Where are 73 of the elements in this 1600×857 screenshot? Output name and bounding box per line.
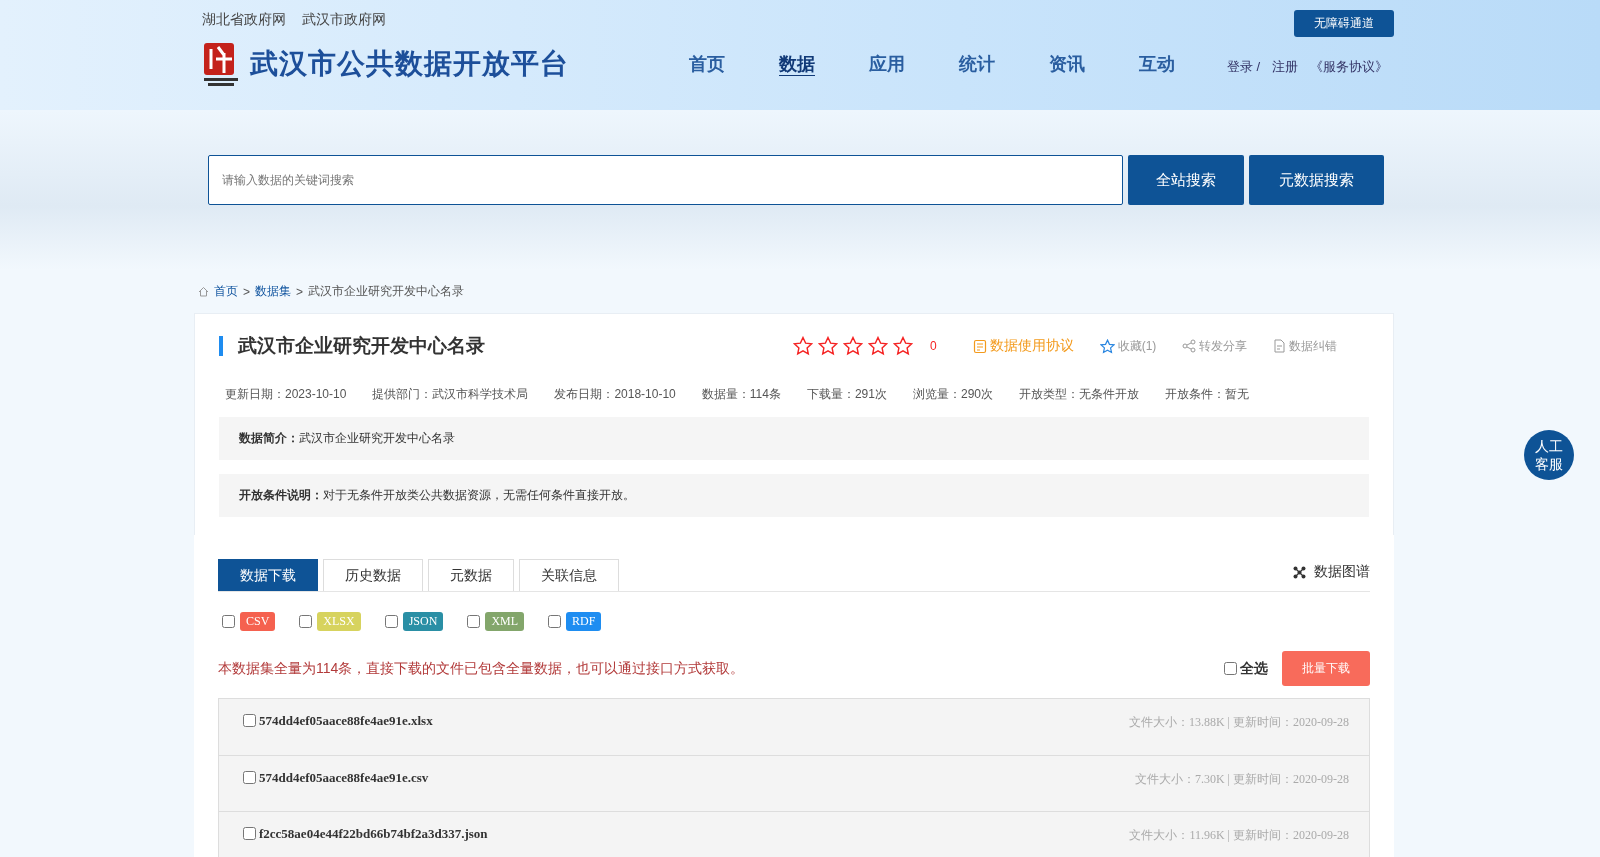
info-text: 开放条件说明：对于无条件开放类公共数据资源，无需任何条件直接开放。: [219, 474, 1369, 517]
gov-link[interactable]: 湖北省政府网: [202, 11, 286, 29]
customer-service-button[interactable]: 人工客服: [1524, 430, 1574, 480]
home-icon: [198, 286, 209, 297]
info-text: 数据简介：武汉市企业研究开发中心名录: [219, 417, 1369, 460]
city-logo-icon: [202, 41, 240, 87]
select-all-checkbox[interactable]: [1224, 662, 1237, 675]
nav-item[interactable]: 统计: [932, 52, 1022, 78]
dataset-title: 武汉市企业研究开发中心名录: [219, 336, 793, 356]
nav-item[interactable]: 应用: [842, 52, 932, 78]
file-name[interactable]: 574dd4ef05aace88fe4ae91e.xlsx: [259, 712, 433, 729]
breadcrumb-link[interactable]: 首页: [214, 283, 238, 300]
file-checkbox[interactable]: [243, 771, 256, 784]
format-checkbox[interactable]: [222, 615, 235, 628]
file-info: 文件大小：7.30K | 更新时间：2020-09-28: [1134, 771, 1349, 788]
file-name[interactable]: 574dd4ef05aace88fe4ae91e.csv: [259, 769, 429, 786]
breadcrumb-link[interactable]: 数据集: [255, 283, 291, 300]
breadcrumb-separator: >: [243, 284, 250, 299]
format-tag: XLSX: [317, 612, 361, 631]
star-icon[interactable]: [893, 336, 913, 356]
meta-item: 开放类型：无条件开放: [1019, 386, 1139, 403]
site-title: 武汉市公共数据开放平台: [250, 47, 569, 81]
register-link[interactable]: 注册: [1272, 58, 1298, 76]
file-name[interactable]: f2cc58ae04e44f22bd66b74bf2a3d337.json: [259, 825, 488, 842]
breadcrumb-separator: >: [296, 284, 304, 299]
format-checkbox[interactable]: [384, 615, 398, 628]
nav-item[interactable]: 互动: [1112, 52, 1202, 78]
graph-link[interactable]: 数据图谱: [1293, 563, 1370, 581]
format-tag: XML: [485, 612, 525, 631]
format-checkbox[interactable]: [467, 615, 481, 628]
accessibility-button[interactable]: 无障碍通道: [1294, 10, 1394, 37]
nav-item[interactable]: 首页: [662, 52, 752, 78]
file-checkbox[interactable]: [243, 827, 256, 840]
meta-item: 浏览量：290次: [912, 386, 993, 403]
select-all-label: 全选: [1240, 659, 1268, 678]
meta-item: 更新日期：2023-10-10: [225, 386, 347, 403]
format-checkbox[interactable]: [548, 615, 562, 628]
meta-item: 数据量：114条: [701, 386, 781, 403]
meta-item: 下载量：291次: [806, 386, 887, 403]
notice-text: 本数据集全量为114条，直接下载的文件已包含全量数据，也可以通过接口方式获取。: [218, 659, 746, 678]
gov-link[interactable]: 武汉市政府网: [302, 11, 386, 29]
document-icon: [972, 338, 987, 354]
login-link[interactable]: 登录 /: [1226, 58, 1260, 76]
meta-item: 提供部门：武汉市科学技术局: [372, 386, 529, 403]
tab[interactable]: 数据下载: [218, 559, 318, 591]
nav-item[interactable]: 数据: [752, 52, 842, 78]
search-button[interactable]: 全站搜索: [1128, 155, 1244, 205]
document-icon: [1273, 339, 1287, 353]
file-info: 文件大小：11.96K | 更新时间：2020-09-28: [1129, 827, 1349, 844]
file-info: 文件大小：13.88K | 更新时间：2020-09-28: [1128, 714, 1349, 731]
agreement-link[interactable]: 《服务协议》: [1310, 58, 1388, 76]
file-checkbox[interactable]: [243, 714, 256, 727]
nav-item[interactable]: 资讯: [1022, 52, 1112, 78]
tab[interactable]: 关联信息: [519, 559, 619, 591]
search-button[interactable]: 元数据搜索: [1249, 155, 1384, 205]
star-icon[interactable]: [843, 336, 863, 356]
star-icon[interactable]: [868, 336, 888, 356]
network-icon: [1293, 565, 1306, 579]
star-icon[interactable]: [818, 336, 838, 356]
tab[interactable]: 元数据: [428, 559, 514, 591]
breadcrumb-current: 武汉市企业研究开发中心名录: [308, 283, 465, 300]
format-checkbox[interactable]: [299, 615, 313, 628]
star-icon[interactable]: [793, 336, 813, 356]
meta-item: 发布日期：2018-10-10: [554, 386, 676, 403]
format-tag: JSON: [402, 612, 444, 631]
search-field[interactable]: 请输入数据的关键词搜索: [208, 155, 1123, 205]
tab[interactable]: 历史数据: [323, 559, 423, 591]
share-icon: [1182, 339, 1197, 353]
star-icon: [1099, 338, 1115, 354]
format-tag: RDF: [566, 612, 602, 631]
meta-item: 开放条件：暂无: [1165, 386, 1249, 403]
rating-count: 0: [930, 339, 937, 353]
format-tag: CSV: [240, 612, 276, 631]
